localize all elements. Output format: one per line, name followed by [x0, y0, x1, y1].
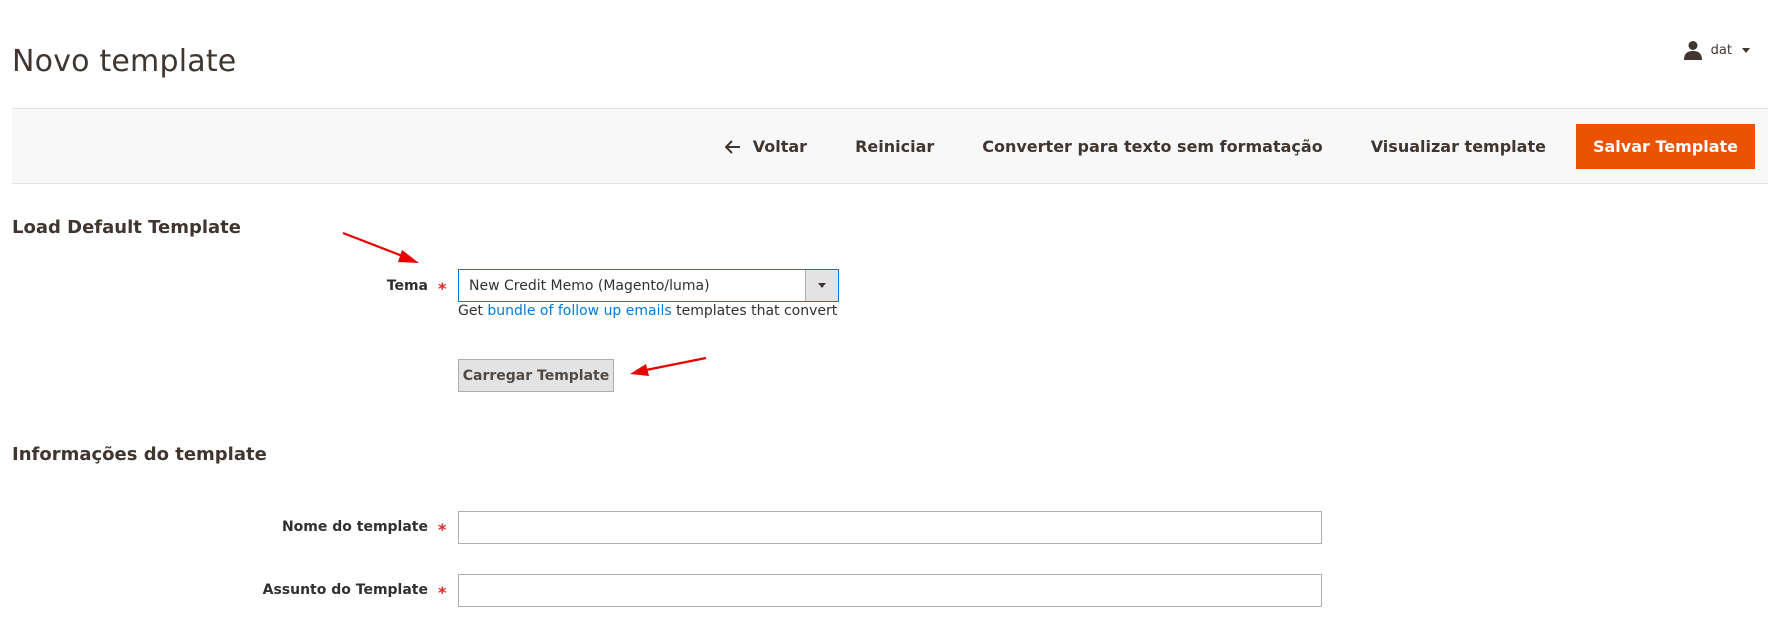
select-toggle[interactable]: [805, 270, 838, 301]
back-button[interactable]: Voltar: [711, 124, 831, 169]
template-info-section-title: Informações do template: [12, 444, 267, 465]
load-template-button[interactable]: Carregar Template: [458, 359, 614, 392]
user-name: dat: [1710, 42, 1732, 58]
theme-note: Get bundle of follow up emails templates…: [458, 303, 837, 319]
arrow-left-icon: [724, 139, 740, 154]
annotation-arrow-load-button: [630, 356, 707, 376]
template-name-required-mark: *: [438, 520, 447, 539]
theme-note-suffix: templates that convert: [671, 303, 838, 319]
template-name-input[interactable]: [458, 511, 1322, 544]
theme-select[interactable]: New Credit Memo (Magento/luma): [458, 269, 839, 302]
page-actions: Voltar Reiniciar Converter para texto se…: [711, 124, 1755, 169]
reset-button[interactable]: Reiniciar: [831, 124, 958, 169]
chevron-down-icon: [1742, 47, 1750, 53]
chevron-down-icon: [818, 283, 826, 288]
user-icon: [1683, 41, 1702, 60]
save-template-button[interactable]: Salvar Template: [1575, 124, 1755, 169]
back-button-label: Voltar: [752, 137, 808, 156]
follow-up-emails-link[interactable]: bundle of follow up emails: [487, 303, 671, 319]
theme-select-value: New Credit Memo (Magento/luma): [469, 277, 710, 294]
page-title: Novo template: [12, 44, 237, 79]
theme-required-mark: *: [438, 279, 447, 298]
template-subject-required-mark: *: [438, 583, 447, 602]
theme-label: Tema: [386, 278, 428, 294]
user-account-menu[interactable]: dat: [1683, 40, 1750, 60]
page-actions-bar: Voltar Reiniciar Converter para texto se…: [12, 108, 1768, 184]
load-default-section-title: Load Default Template: [12, 217, 241, 238]
template-subject-label: Assunto do Template: [262, 582, 428, 598]
template-subject-input[interactable]: [458, 574, 1322, 607]
theme-note-prefix: Get: [458, 303, 488, 319]
convert-to-plain-text-button[interactable]: Converter para texto sem formatação: [958, 124, 1346, 169]
template-name-label: Nome do template: [281, 519, 428, 535]
annotation-arrow-theme: [342, 231, 419, 263]
preview-template-button[interactable]: Visualizar template: [1347, 124, 1570, 169]
